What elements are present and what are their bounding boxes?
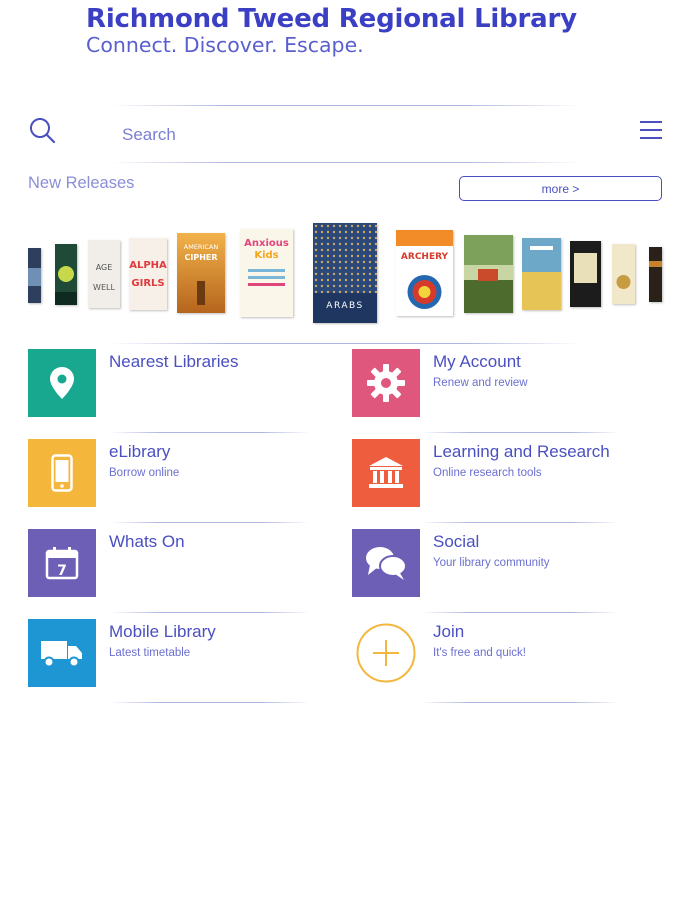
search-bar (28, 108, 668, 162)
institution-icon (352, 439, 420, 507)
divider (110, 343, 580, 344)
search-icon[interactable] (28, 116, 58, 146)
search-input[interactable] (122, 121, 602, 149)
svg-text:CIPHER: CIPHER (184, 253, 217, 262)
book-cover-american-cipher[interactable]: AMERICAN CIPHER (177, 233, 225, 313)
new-releases-carousel[interactable]: AGE WELL ALPHA GIRLS AMERICAN CIPHER Anxiou… (0, 218, 689, 330)
svg-text:AGE: AGE (96, 263, 113, 272)
mobile-library-tile[interactable]: Mobile Library Latest timetable (28, 619, 328, 689)
tile-title: Mobile Library (109, 622, 216, 641)
svg-text:ARABS: ARABS (326, 301, 363, 311)
tile-subtitle: Online research tools (433, 467, 542, 479)
map-pin-icon (28, 349, 96, 417)
tile-title: Whats On (109, 532, 185, 551)
svg-text:ALPHA: ALPHA (129, 260, 167, 271)
more-releases-button[interactable]: more > (459, 176, 662, 201)
nearest-libraries-tile[interactable]: Nearest Libraries (28, 349, 328, 419)
divider (110, 432, 310, 433)
divider (420, 522, 620, 523)
gear-icon (352, 349, 420, 417)
new-releases-heading: New Releases (28, 174, 135, 192)
divider (110, 105, 580, 106)
book-cover-anxious-kids[interactable]: Anxious Kids (240, 229, 293, 317)
book-cover-arabs[interactable]: ARABS (313, 223, 377, 323)
tile-title: Join (433, 622, 465, 641)
divider (420, 702, 620, 703)
whats-on-tile[interactable]: 7 Whats On (28, 529, 328, 599)
my-account-tile[interactable]: My Account Renew and review (352, 349, 652, 419)
tile-title: Social (433, 532, 480, 551)
plus-circle-icon (352, 619, 420, 687)
hamburger-menu-icon[interactable] (640, 120, 662, 140)
join-tile[interactable]: Join It's free and quick! (352, 619, 652, 689)
tile-subtitle: It's free and quick! (433, 647, 526, 659)
divider (110, 702, 310, 703)
book-cover-alpha-girls[interactable]: ALPHA GIRLS (129, 238, 167, 310)
svg-text:GIRLS: GIRLS (131, 278, 164, 289)
tile-subtitle: Latest timetable (109, 647, 191, 659)
divider (110, 522, 310, 523)
divider (420, 612, 620, 613)
book-cover-12[interactable] (612, 244, 635, 304)
mobile-phone-icon (28, 439, 96, 507)
tile-subtitle: Borrow online (109, 467, 180, 479)
calendar-day: 7 (57, 563, 67, 579)
elibrary-tile[interactable]: eLibrary Borrow online (28, 439, 328, 509)
book-cover-13[interactable] (649, 247, 662, 302)
divider (110, 162, 580, 163)
chat-bubbles-icon (352, 529, 420, 597)
calendar-icon: 7 (28, 529, 96, 597)
social-tile[interactable]: Social Your library community (352, 529, 652, 599)
tile-title: Nearest Libraries (109, 352, 239, 371)
divider (420, 432, 620, 433)
library-name: Richmond Tweed Regional Library (86, 4, 577, 34)
book-cover-10[interactable] (522, 238, 561, 310)
divider (110, 612, 310, 613)
tile-subtitle: Your library community (433, 557, 550, 569)
truck-icon (28, 619, 96, 687)
svg-text:WELL: WELL (93, 283, 115, 292)
svg-text:Kids: Kids (254, 250, 278, 261)
svg-text:Anxious: Anxious (244, 238, 289, 249)
svg-text:ARCHERY: ARCHERY (401, 252, 449, 262)
book-cover-1[interactable] (28, 248, 41, 303)
tile-subtitle: Renew and review (433, 377, 528, 389)
library-tagline: Connect. Discover. Escape. (86, 33, 364, 57)
book-cover-2[interactable] (55, 244, 77, 305)
book-cover-age-well[interactable]: AGE WELL (88, 240, 120, 308)
learning-and-research-tile[interactable]: Learning and Research Online research to… (352, 439, 652, 509)
tile-title: eLibrary (109, 442, 171, 461)
book-cover-11[interactable] (570, 241, 601, 307)
book-cover-9[interactable] (464, 235, 513, 313)
tile-title: My Account (433, 352, 521, 371)
app-header: Richmond Tweed Regional Library Connect.… (86, 4, 577, 57)
book-cover-archery-for-beginners[interactable]: ARCHERY (396, 230, 453, 316)
svg-text:AMERICAN: AMERICAN (184, 243, 219, 251)
tile-title: Learning and Research (433, 442, 610, 461)
